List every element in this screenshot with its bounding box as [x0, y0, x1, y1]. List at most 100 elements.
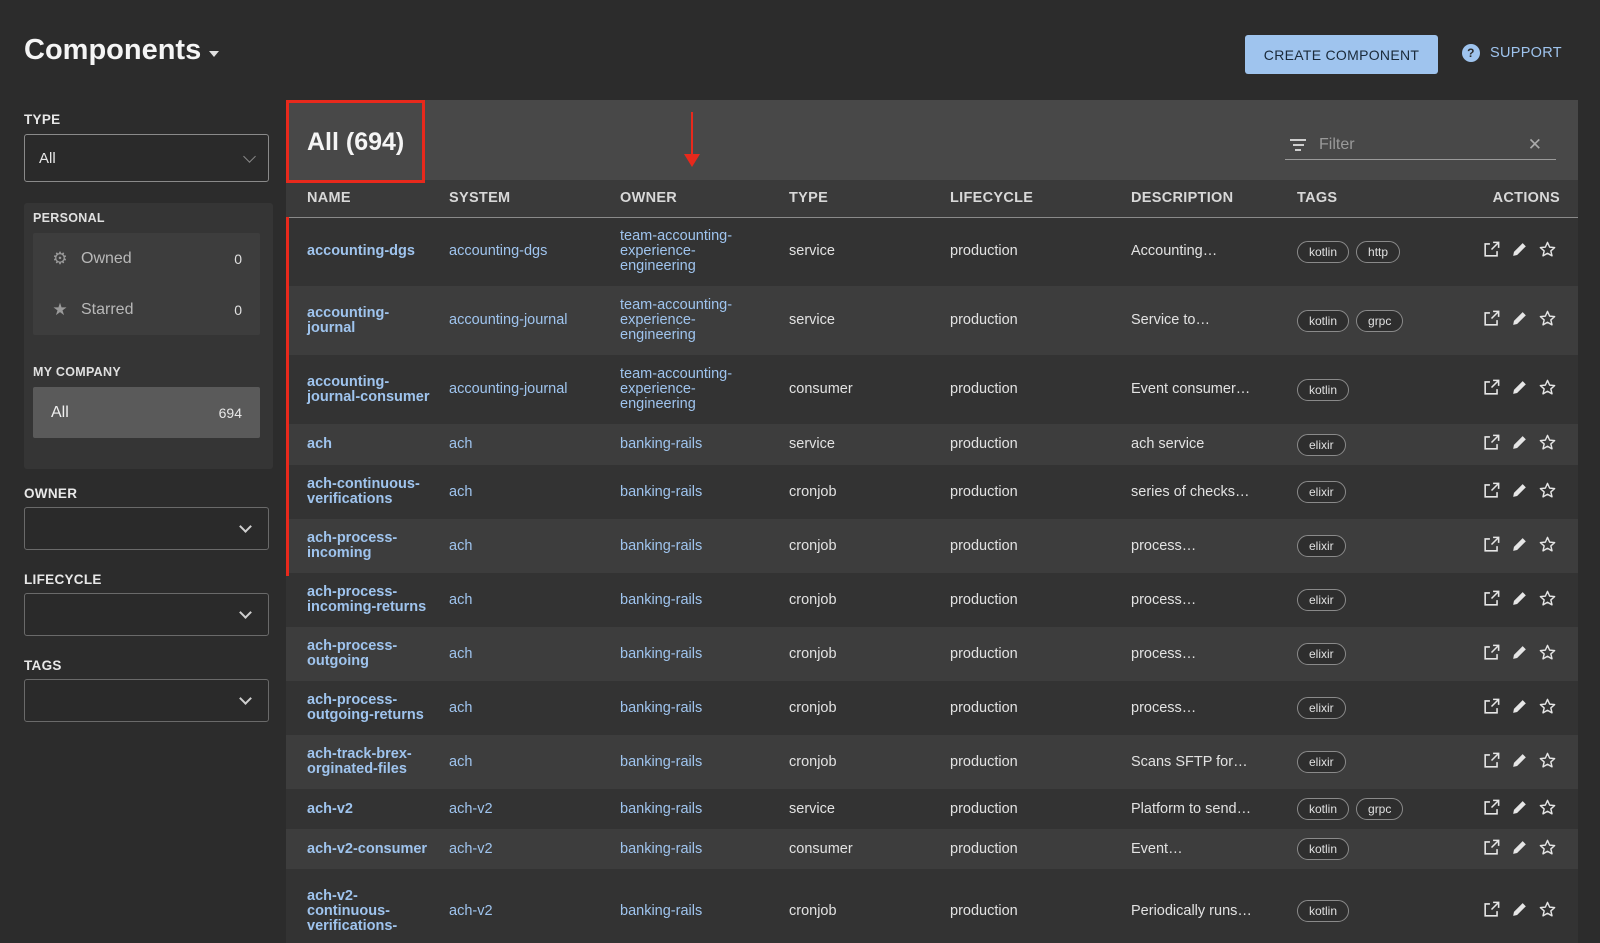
tag-chip[interactable]: elixir [1297, 643, 1346, 665]
open-external-icon[interactable] [1482, 240, 1501, 259]
all-item[interactable]: All 694 [33, 387, 260, 438]
cell-owner[interactable]: banking-rails [620, 829, 789, 869]
cell-name[interactable]: ach-process-outgoing-returns [286, 681, 449, 735]
open-external-icon[interactable] [1482, 798, 1501, 817]
table-row[interactable]: ach-track-brex-orginated-files ach banking… [286, 735, 1578, 789]
tag-chip[interactable]: elixir [1297, 751, 1346, 773]
column-header-lifecycle[interactable]: LIFECYCLE [950, 180, 1131, 218]
star-outline-icon[interactable] [1538, 900, 1557, 919]
cell-system[interactable]: accounting-dgs [449, 217, 620, 286]
star-outline-icon[interactable] [1538, 798, 1557, 817]
tag-chip[interactable]: grpc [1356, 798, 1404, 820]
open-external-icon[interactable] [1482, 751, 1501, 770]
tag-chip[interactable]: http [1356, 240, 1401, 263]
edit-pencil-icon[interactable] [1510, 378, 1529, 397]
open-external-icon[interactable] [1482, 378, 1501, 397]
cell-system[interactable]: ach-v2 [449, 869, 620, 943]
tag-chip[interactable]: kotlin [1297, 900, 1350, 922]
owned-item[interactable]: ⚙ Owned 0 [33, 233, 260, 284]
star-outline-icon[interactable] [1538, 481, 1557, 500]
type-select[interactable]: All [24, 134, 269, 182]
cell-system[interactable]: ach [449, 519, 620, 573]
create-component-button[interactable]: CREATE COMPONENT [1245, 35, 1438, 74]
star-outline-icon[interactable] [1538, 240, 1557, 259]
support-link[interactable]: ? SUPPORT [1462, 44, 1562, 62]
starred-item[interactable]: ★ Starred 0 [33, 284, 260, 335]
table-row[interactable]: ach-v2- continuous-verifications-ach-v2 ba… [286, 869, 1578, 943]
tag-chip[interactable]: grpc [1356, 309, 1404, 332]
tag-chip[interactable]: kotlin [1297, 838, 1350, 860]
tag-chip[interactable]: kotlin [1297, 378, 1350, 401]
cell-name[interactable]: ach-process-outgoing [286, 627, 449, 681]
edit-pencil-icon[interactable] [1510, 535, 1529, 554]
star-outline-icon[interactable] [1538, 433, 1557, 452]
cell-owner[interactable]: banking-rails [620, 573, 789, 627]
open-external-icon[interactable] [1482, 535, 1501, 554]
edit-pencil-icon[interactable] [1510, 643, 1529, 662]
star-outline-icon[interactable] [1538, 697, 1557, 716]
star-outline-icon[interactable] [1538, 838, 1557, 857]
table-row[interactable]: ach ach banking-rails service production ach … [286, 424, 1578, 465]
cell-owner[interactable]: banking-rails [620, 789, 789, 829]
cell-name[interactable]: ach-v2- continuous-verifications- [286, 869, 449, 943]
cell-name[interactable]: ach-process-incoming-returns [286, 573, 449, 627]
edit-pencil-icon[interactable] [1510, 589, 1529, 608]
cell-system[interactable]: ach [449, 424, 620, 465]
tag-chip[interactable]: elixir [1297, 481, 1346, 503]
cell-name[interactable]: ach-continuous-verifications [286, 465, 449, 519]
star-outline-icon[interactable] [1538, 751, 1557, 770]
cell-system[interactable]: ach [449, 465, 620, 519]
cell-system[interactable]: ach [449, 627, 620, 681]
tag-chip[interactable]: elixir [1297, 589, 1346, 611]
column-header-tags[interactable]: TAGS [1297, 180, 1440, 218]
edit-pencil-icon[interactable] [1510, 900, 1529, 919]
table-row[interactable]: accounting-dgs accounting-dgs team-account… [286, 217, 1578, 286]
star-outline-icon[interactable] [1538, 378, 1557, 397]
star-outline-icon[interactable] [1538, 309, 1557, 328]
cell-system[interactable]: accounting-journal [449, 286, 620, 355]
open-external-icon[interactable] [1482, 697, 1501, 716]
cell-system[interactable]: ach [449, 681, 620, 735]
open-external-icon[interactable] [1482, 900, 1501, 919]
edit-pencil-icon[interactable] [1510, 433, 1529, 452]
open-external-icon[interactable] [1482, 433, 1501, 452]
cell-owner[interactable]: banking-rails [620, 424, 789, 465]
tag-chip[interactable]: elixir [1297, 433, 1346, 456]
open-external-icon[interactable] [1482, 838, 1501, 857]
table-row[interactable]: ach-v2-consumer ach-v2 banking-rails consum… [286, 829, 1578, 869]
table-row[interactable]: accounting-journal accounting-journal team… [286, 286, 1578, 355]
owner-select[interactable] [24, 507, 269, 550]
lifecycle-select[interactable] [24, 593, 269, 636]
column-header-description[interactable]: DESCRIPTION [1131, 180, 1297, 218]
edit-pencil-icon[interactable] [1510, 798, 1529, 817]
cell-name[interactable]: ach [286, 424, 449, 465]
open-external-icon[interactable] [1482, 589, 1501, 608]
edit-pencil-icon[interactable] [1510, 309, 1529, 328]
cell-system[interactable]: ach-v2 [449, 789, 620, 829]
cell-system[interactable]: ach [449, 573, 620, 627]
filter-input[interactable] [1319, 135, 1519, 154]
column-header-name[interactable]: NAME [286, 180, 449, 218]
tag-chip[interactable]: elixir [1297, 697, 1346, 719]
cell-owner[interactable]: banking-rails [620, 519, 789, 573]
cell-owner[interactable]: team-accounting-experience-engineering [620, 286, 789, 355]
cell-name[interactable]: accounting-journal [286, 286, 449, 355]
edit-pencil-icon[interactable] [1510, 240, 1529, 259]
cell-owner[interactable]: banking-rails [620, 681, 789, 735]
table-row[interactable]: ach-process-incoming ach banking-rails cron… [286, 519, 1578, 573]
edit-pencil-icon[interactable] [1510, 697, 1529, 716]
cell-name[interactable]: accounting-journal-consumer [286, 355, 449, 424]
cell-name[interactable]: ach-v2 [286, 789, 449, 829]
table-row[interactable]: ach-process-outgoing-returns ach banking-r… [286, 681, 1578, 735]
tags-select[interactable] [24, 679, 269, 722]
open-external-icon[interactable] [1482, 481, 1501, 500]
column-header-owner[interactable]: OWNER [620, 180, 789, 218]
tag-chip[interactable]: elixir [1297, 535, 1346, 557]
star-outline-icon[interactable] [1538, 643, 1557, 662]
open-external-icon[interactable] [1482, 643, 1501, 662]
table-row[interactable]: ach-continuous-verifications ach banking-r… [286, 465, 1578, 519]
table-row[interactable]: ach-process-incoming-returns ach banking-r… [286, 573, 1578, 627]
cell-owner[interactable]: banking-rails [620, 627, 789, 681]
edit-pencil-icon[interactable] [1510, 838, 1529, 857]
tag-chip[interactable]: kotlin [1297, 309, 1350, 332]
